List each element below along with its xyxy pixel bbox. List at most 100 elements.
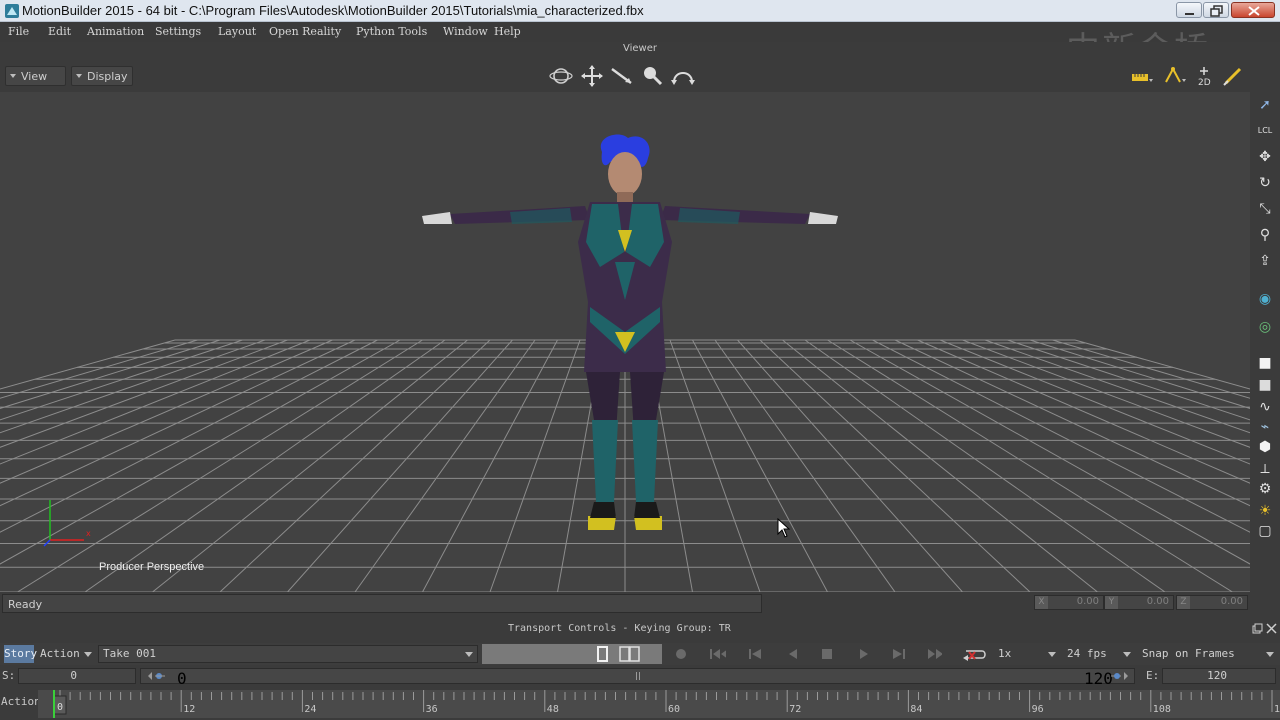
menu-edit[interactable]: Edit <box>48 25 71 38</box>
snap-mode-dropdown[interactable]: Snap on Frames <box>1138 645 1278 663</box>
frame-icon[interactable]: ▢ <box>1255 522 1275 540</box>
timeline-tick-label: 48 <box>547 704 559 715</box>
play-icon[interactable] <box>855 646 873 662</box>
gear-icon[interactable]: ⚙ <box>1255 480 1275 498</box>
svg-text:x: x <box>86 529 91 538</box>
pan-icon[interactable] <box>579 64 605 88</box>
transport-header: Transport Controls - Keying Group: TR <box>0 620 1280 642</box>
chevron-down-icon <box>84 652 92 657</box>
timeline-tick-label: 108 <box>1153 704 1171 715</box>
story-mode-button[interactable]: Story <box>4 645 37 663</box>
mouse-cursor-icon <box>777 518 791 538</box>
timeline-tick-label: 12 <box>183 704 195 715</box>
zoom-icon[interactable] <box>639 64 665 88</box>
next-key-icon[interactable] <box>890 646 908 662</box>
right-toolbar: ➚ LCL ✥ ↻ ⤡ ⚲ ⇪ ◉ ◎ ■ ■ ∿ ⌁ ⬢ ⟂ ⚙ ☀ ▢ <box>1250 92 1280 592</box>
wand-icon[interactable]: ⌁ <box>1255 418 1275 436</box>
view-menu-button[interactable]: View <box>5 66 66 86</box>
go-to-end-icon[interactable] <box>924 646 942 662</box>
path-icon[interactable]: ∿ <box>1255 398 1275 416</box>
float-window-icon[interactable] <box>1252 623 1263 634</box>
action-mode-dropdown[interactable]: Action <box>37 645 95 663</box>
range-end-handle-icon[interactable] <box>1109 670 1133 682</box>
motionbuilder-window: MotionBuilder 2015 - 64 bit - C:\Program… <box>0 0 1280 720</box>
undo-view-icon[interactable] <box>670 64 696 88</box>
pivot-icon[interactable]: ⚲ <box>1255 226 1275 244</box>
menu-open-reality[interactable]: Open Reality <box>269 25 341 38</box>
transport-controls: Story Action Take 001 1x 24 fps Snap on … <box>0 643 1280 665</box>
cube-icon[interactable]: ■ <box>1255 354 1275 372</box>
3d-viewport[interactable]: x Producer Perspective <box>0 92 1250 592</box>
export-icon[interactable]: ⇪ <box>1255 252 1275 270</box>
display-menu-button[interactable]: Display <box>71 66 133 86</box>
playback-speed-dropdown[interactable]: 1x <box>994 645 1060 663</box>
brush-icon[interactable] <box>1222 65 1246 87</box>
stop-icon[interactable] <box>818 646 836 662</box>
chevron-down-icon <box>1123 652 1131 657</box>
timeline-ruler[interactable]: 1224364860728496108120 <box>38 690 1280 718</box>
start-frame-value: 0 <box>70 669 77 682</box>
menu-settings[interactable]: Settings <box>155 25 201 38</box>
ruler-icon[interactable] <box>1130 65 1154 87</box>
skeleton-icon[interactable]: ⟂ <box>1255 460 1275 478</box>
coord-y-field[interactable]: Y 0.00 <box>1104 595 1174 610</box>
previous-key-icon[interactable] <box>746 646 764 662</box>
status-bar: Ready X 0.00 Y 0.00 Z 0.00 <box>0 592 1280 620</box>
double-frame-icon[interactable] <box>618 646 642 662</box>
curve-icon[interactable] <box>1164 65 1188 87</box>
translate-icon[interactable]: ✥ <box>1255 148 1275 166</box>
timeline-row: Action 1224364860728496108120 <box>0 688 1280 720</box>
menu-layout[interactable]: Layout <box>218 25 256 38</box>
select-icon[interactable]: ➚ <box>1255 96 1275 114</box>
globe-icon[interactable]: ◉ <box>1255 290 1275 308</box>
dolly-icon[interactable] <box>609 64 635 88</box>
light-icon[interactable]: ☀ <box>1255 502 1275 520</box>
status-text: Ready <box>8 598 43 611</box>
close-panel-icon[interactable] <box>1266 623 1277 634</box>
scale-icon[interactable]: ⤡ <box>1255 200 1275 218</box>
single-frame-icon[interactable] <box>596 646 610 662</box>
camera-label: Producer Perspective <box>99 561 205 573</box>
close-icon <box>1248 6 1260 16</box>
restore-button[interactable] <box>1203 2 1229 18</box>
fps-label: 24 fps <box>1067 647 1107 660</box>
timeline-tick-label: 72 <box>789 704 801 715</box>
character-model-mia[interactable] <box>410 132 850 552</box>
hexagon-icon[interactable]: ⬢ <box>1255 438 1275 456</box>
2d-icon[interactable]: 2D <box>1196 65 1220 87</box>
viewer-title: Viewer <box>623 43 657 54</box>
range-start-handle-icon[interactable] <box>143 670 167 682</box>
axis-gizmo: x <box>43 500 91 547</box>
timeline-tick-label: 60 <box>668 704 680 715</box>
close-button[interactable] <box>1231 2 1275 18</box>
orbit-icon[interactable] <box>548 64 574 88</box>
title-bar: MotionBuilder 2015 - 64 bit - C:\Program… <box>0 0 1280 22</box>
go-to-start-icon[interactable] <box>708 646 726 662</box>
menu-window[interactable]: Window <box>443 25 488 38</box>
fps-dropdown[interactable]: 24 fps <box>1063 645 1135 663</box>
record-icon[interactable] <box>672 646 690 662</box>
coord-z-field[interactable]: Z 0.00 <box>1176 595 1248 610</box>
transport-scrub-track[interactable] <box>482 644 662 664</box>
rotate-icon[interactable]: ↻ <box>1255 174 1275 192</box>
menu-python-tools[interactable]: Python Tools <box>356 25 427 38</box>
menu-help[interactable]: Help <box>494 25 521 38</box>
end-frame-field[interactable]: 120 <box>1162 668 1276 684</box>
timeline-tick-label: 12 <box>1274 704 1280 715</box>
chevron-down-icon <box>76 74 82 78</box>
coord-x-field[interactable]: X 0.00 <box>1034 595 1104 610</box>
snap-mode-label: Snap on Frames <box>1142 647 1235 660</box>
coord-y-label: Y <box>1105 596 1118 609</box>
local-icon[interactable]: LCL <box>1255 122 1275 140</box>
loop-icon[interactable] <box>960 646 988 662</box>
minimize-button[interactable] <box>1176 2 1202 18</box>
center-icon[interactable]: ◎ <box>1255 318 1275 336</box>
take-dropdown[interactable]: Take 001 <box>98 645 478 663</box>
cube2-icon[interactable]: ■ <box>1255 376 1275 394</box>
play-backward-icon[interactable] <box>784 646 802 662</box>
frame-range-slider[interactable]: 0 120 <box>140 668 1135 688</box>
menu-file[interactable]: File <box>8 25 29 38</box>
coord-z-label: Z <box>1177 596 1190 609</box>
start-frame-field[interactable]: 0 <box>18 668 136 684</box>
menu-animation[interactable]: Animation <box>87 25 144 38</box>
